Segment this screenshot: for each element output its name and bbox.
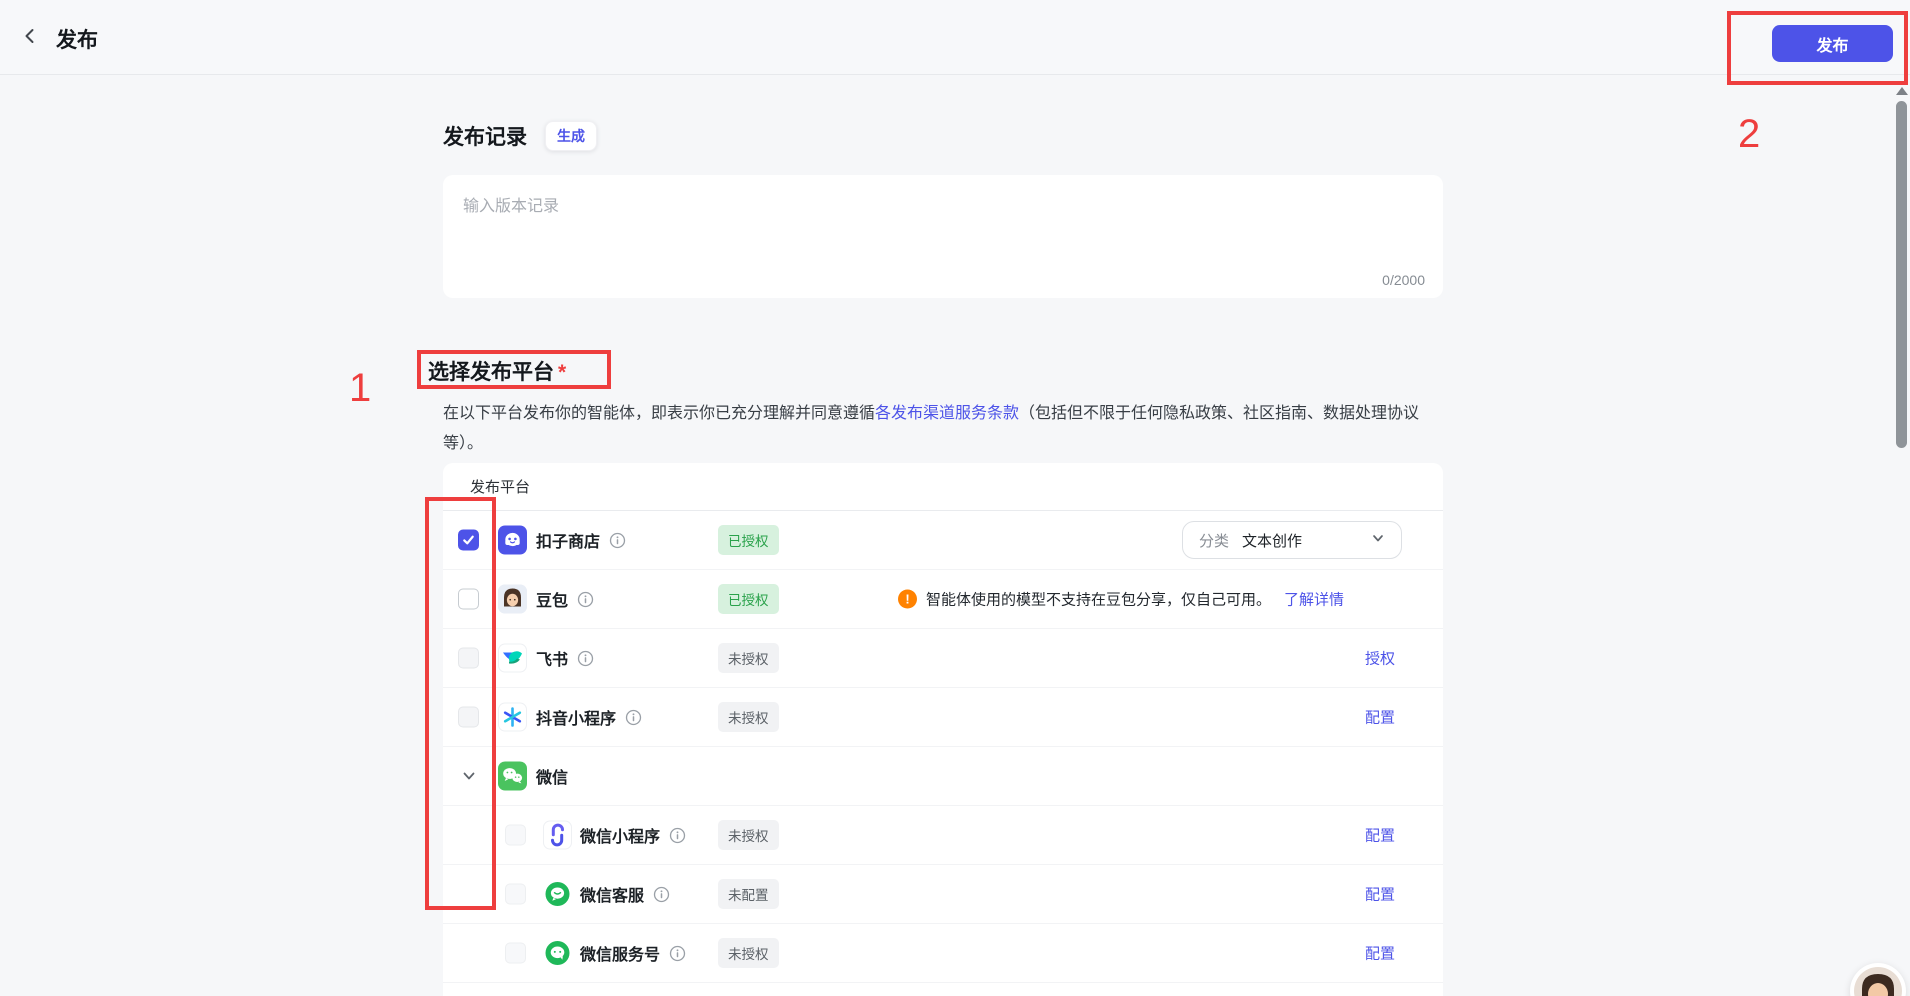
info-icon[interactable] (625, 709, 642, 726)
status-badge: 未授权 (718, 643, 779, 673)
status-badge: 未授权 (718, 938, 779, 968)
category-label: 分类 (1199, 530, 1229, 551)
generate-button[interactable]: 生成 (545, 121, 597, 151)
wechat-miniprogram-icon (543, 821, 572, 850)
chevron-left-icon (21, 27, 39, 50)
publish-button[interactable]: 发布 (1772, 25, 1893, 62)
warning-text: 智能体使用的模型不支持在豆包分享，仅自己可用。 (926, 589, 1271, 610)
platform-name: 飞书 (536, 646, 568, 670)
status-badge: 未授权 (718, 820, 779, 850)
publish-page: 发布 发布 发布记录 生成 0/2000 选择发布平台* 在以下平台发布你的智能… (0, 0, 1910, 996)
platform-name: 微信小程序 (580, 823, 660, 847)
coze-store-checkbox[interactable] (458, 530, 479, 551)
scroll-up-arrow-icon[interactable] (1896, 87, 1908, 95)
page-header: 发布 发布 (0, 0, 1910, 75)
info-icon[interactable] (653, 886, 670, 903)
annotation-number-1: 1 (349, 366, 371, 411)
status-badge: 已授权 (718, 525, 779, 555)
back-button[interactable] (16, 24, 44, 52)
platform-name: 微信 (536, 764, 568, 788)
annotation-number-2: 2 (1738, 112, 1760, 157)
table-row: 微信客服 未配置 配置 (443, 865, 1443, 924)
avatar-image (1854, 967, 1902, 996)
douyin-miniprogram-icon (498, 703, 527, 732)
table-row: 扣子商店 已授权 分类 文本创作 (443, 511, 1443, 570)
configure-link[interactable]: 配置 (1365, 943, 1395, 964)
scrollbar-thumb[interactable] (1896, 101, 1907, 448)
doubao-icon (498, 585, 527, 614)
configure-link[interactable]: 配置 (1365, 707, 1395, 728)
release-notes-heading: 发布记录 (443, 121, 527, 151)
douyin-miniprogram-checkbox[interactable] (458, 707, 479, 728)
configure-link[interactable]: 配置 (1365, 884, 1395, 905)
terms-link[interactable]: 各发布渠道服务条款 (875, 405, 1019, 422)
warning-icon: ! (898, 590, 917, 609)
configure-link[interactable]: 配置 (1365, 825, 1395, 846)
category-select[interactable]: 分类 文本创作 (1182, 521, 1402, 559)
release-notes-input[interactable] (443, 175, 1443, 267)
wechat-miniprogram-checkbox[interactable] (505, 825, 526, 846)
category-value: 文本创作 (1242, 530, 1358, 551)
status-badge: 已授权 (718, 584, 779, 614)
info-icon[interactable] (577, 591, 594, 608)
platform-heading-text: 选择发布平台 (428, 361, 554, 384)
table-row: 抖音小程序 未授权 配置 (443, 688, 1443, 747)
warning-message: ! 智能体使用的模型不支持在豆包分享，仅自己可用。 了解详情 (898, 589, 1344, 610)
table-row: 飞书 未授权 授权 (443, 629, 1443, 688)
table-row: 微信小程序 未授权 配置 (443, 806, 1443, 865)
release-notes-header: 发布记录 生成 (443, 121, 597, 151)
description-before: 在以下平台发布你的智能体，即表示你已充分理解并同意遵循 (443, 405, 875, 422)
info-icon[interactable] (669, 945, 686, 962)
platform-table: 发布平台 扣子商店 已授权 分类 文本创作 (443, 463, 1443, 996)
status-badge: 未配置 (718, 879, 779, 909)
required-asterisk: * (558, 361, 566, 384)
wechat-kefu-icon (543, 880, 572, 909)
platform-name: 扣子商店 (536, 528, 600, 552)
status-badge: 未授权 (718, 702, 779, 732)
wechat-icon (498, 762, 527, 791)
collapse-toggle[interactable] (456, 763, 482, 789)
platform-name: 豆包 (536, 587, 568, 611)
scrollbar (1893, 76, 1910, 996)
learn-more-link[interactable]: 了解详情 (1284, 589, 1344, 610)
table-header: 发布平台 (443, 463, 1443, 511)
release-notes-box: 0/2000 (443, 175, 1443, 298)
platform-name: 微信服务号 (580, 941, 660, 965)
feishu-checkbox[interactable] (458, 648, 479, 669)
page-title: 发布 (56, 24, 98, 54)
char-counter: 0/2000 (1382, 272, 1425, 288)
authorize-link[interactable]: 授权 (1365, 648, 1395, 669)
platform-name: 抖音小程序 (536, 705, 616, 729)
table-group-row: 微信 (443, 747, 1443, 806)
table-row: 豆包 已授权 ! 智能体使用的模型不支持在豆包分享，仅自己可用。 了解详情 (443, 570, 1443, 629)
wechat-kefu-checkbox[interactable] (505, 884, 526, 905)
platform-description: 在以下平台发布你的智能体，即表示你已充分理解并同意遵循各发布渠道服务条款（包括但… (443, 399, 1445, 459)
feishu-icon (498, 644, 527, 673)
info-icon[interactable] (669, 827, 686, 844)
coze-store-icon (498, 526, 527, 555)
wechat-service-checkbox[interactable] (505, 943, 526, 964)
wechat-service-icon (543, 939, 572, 968)
info-icon[interactable] (609, 532, 626, 549)
platform-name: 微信客服 (580, 882, 644, 906)
platform-section-heading: 选择发布平台* (428, 356, 566, 386)
table-row: 微信服务号 未授权 配置 (443, 924, 1443, 983)
doubao-checkbox[interactable] (458, 589, 479, 610)
info-icon[interactable] (577, 650, 594, 667)
chevron-down-icon (1371, 531, 1385, 550)
